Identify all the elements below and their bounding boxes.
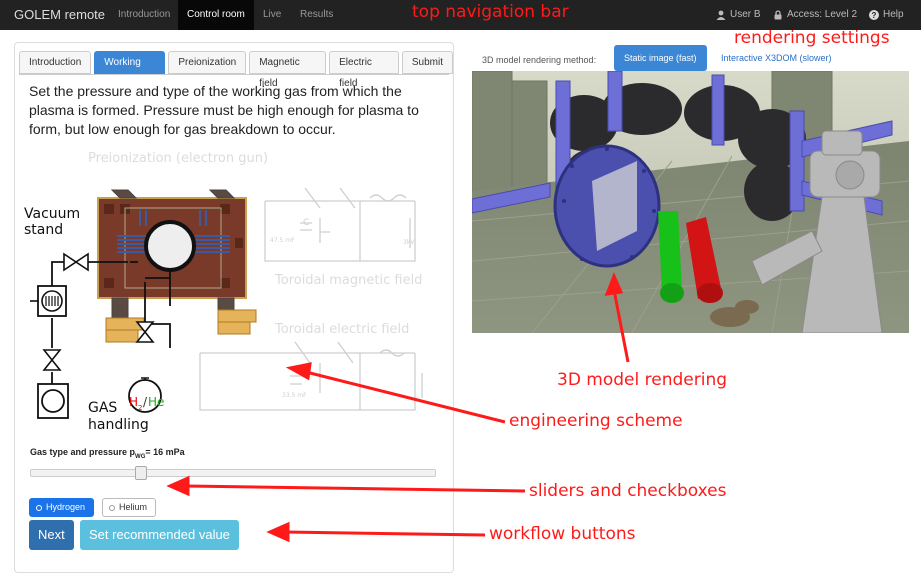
annotation-sliders: sliders and checkboxes [529,481,727,501]
label-h2: H [129,395,138,409]
3d-model-rendering[interactable] [472,71,909,333]
nav-introduction[interactable]: Introduction [118,9,170,20]
label-toroidal-magnetic: Toroidal magnetic field [274,273,422,288]
radio-icon [109,504,115,511]
step-tabs: Introduction Working gas Preionization M… [19,51,453,89]
hydrogen-label: Hydrogen [46,502,86,512]
brand-logo[interactable]: GOLEM remote [14,7,105,22]
tab-working-gas[interactable]: Working gas [94,51,166,89]
gas-label-sub: WG [135,453,146,460]
render-method-label: 3D model rendering method: [482,55,597,65]
page: GOLEM remote Introduction Control room L… [0,0,921,573]
label-h2-sub: 2 [138,404,142,412]
set-recommended-button[interactable]: Set recommended value [80,520,239,550]
tab-electric-field[interactable]: Electric field [329,51,399,89]
label-volt: 3kV [403,239,415,246]
gas-label-prefix: Gas type and pressure p [30,447,136,457]
label-gas: GAS [88,400,117,416]
tab-preionization[interactable]: Preionization [168,51,247,74]
tab-magnetic-field[interactable]: Magnetic field [249,51,327,89]
tokamak-drawing [97,189,257,343]
access-level[interactable]: Access: Level 2 [773,9,857,20]
hydrogen-option[interactable]: Hydrogen [29,498,95,517]
gas-pressure-slider[interactable] [30,466,436,480]
help-menu[interactable]: ? Help [869,9,904,20]
label-cap1: 47.5 mF [270,237,295,244]
label-handling: handling [88,417,149,433]
engineering-scheme: Preionization (electron gun) Toroidal ma… [24,151,423,433]
next-button[interactable]: Next [29,520,74,550]
user-name: User B [730,9,761,20]
svg-text:?: ? [872,11,877,20]
help-text: Help [883,9,904,20]
label-toroidal-electric: Toroidal electric field [274,322,409,337]
help-icon: ? [869,9,879,20]
radio-icon [36,504,42,511]
lock-icon [774,9,782,19]
tab-introduction[interactable]: Introduction [19,51,92,74]
tab-divider [19,74,449,75]
user-menu[interactable]: User B [716,9,761,20]
helium-option[interactable]: Helium [102,498,157,517]
label-stand: stand [24,222,63,238]
label-vacuum: Vacuum [24,206,80,222]
slider-handle[interactable] [134,466,147,480]
annotation-engineering-scheme: engineering scheme [509,411,683,431]
tab-submit[interactable]: Submit [401,51,453,74]
label-he: He [148,395,164,409]
annotation-workflow: workflow buttons [489,524,636,544]
annotation-3d-rendering: 3D model rendering [557,370,728,390]
nav-live[interactable]: Live [263,9,281,20]
access-text: Access: Level 2 [787,9,858,20]
label-preionization: Preionization (electron gun) [88,151,268,166]
helium-label: Helium [119,502,148,512]
step-description: Set the pressure and type of the working… [29,83,419,137]
label-cap2: 33.5 mF [282,392,307,399]
nav-control-room[interactable]: Control room [178,0,254,30]
annotation-top-nav: top navigation bar [412,2,569,22]
gas-label-value: = 16 mPa [145,447,185,457]
static-image-button[interactable]: Static image (fast) [614,45,707,71]
gas-pressure-label: Gas type and pressure pWG= 16 mPa [30,447,185,460]
label-c: C [303,218,309,228]
nav-results[interactable]: Results [300,9,333,20]
user-icon [716,10,726,20]
interactive-x3dom-link[interactable]: Interactive X3DOM (slower) [711,45,842,71]
